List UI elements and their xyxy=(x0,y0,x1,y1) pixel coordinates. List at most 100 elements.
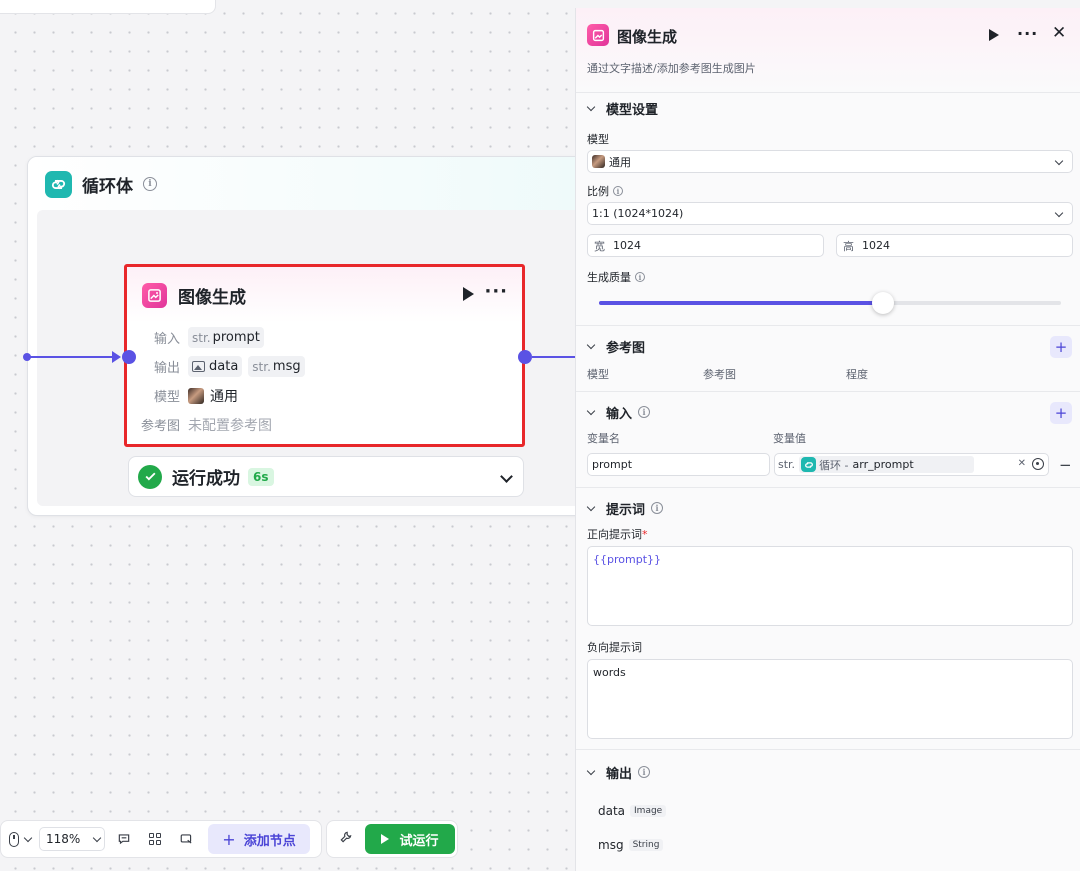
ratio-select[interactable]: 1:1 (1024*1024) xyxy=(587,202,1073,225)
model-value: 通用 xyxy=(210,388,238,405)
target-icon[interactable] xyxy=(1032,458,1044,470)
remove-input-button[interactable]: − xyxy=(1059,456,1072,474)
input-label: 输入 xyxy=(153,332,180,347)
node-output-port[interactable] xyxy=(518,350,532,364)
info-icon[interactable]: i xyxy=(635,272,645,282)
loop-title: 循环体 xyxy=(82,176,133,197)
node-settings-panel: 图像生成 ··· ✕ 通过文字描述/添加参考图生成图片 模型设置 模型 通用 比… xyxy=(575,8,1080,871)
ref-columns: 模型 参考图 程度 xyxy=(587,368,868,381)
loop-icon xyxy=(45,170,72,198)
info-icon[interactable]: i xyxy=(638,766,651,778)
info-icon[interactable]: i xyxy=(613,186,623,196)
image-gen-icon xyxy=(587,24,609,46)
edge-arrowhead xyxy=(112,351,121,363)
node-model-row: 模型 通用 xyxy=(127,381,522,410)
add-input-button[interactable]: + xyxy=(1050,402,1072,424)
duration-badge: 6s xyxy=(248,467,274,486)
quality-slider-fill xyxy=(599,301,884,305)
more-icon[interactable]: ··· xyxy=(484,281,508,302)
run-status-bar[interactable]: 运行成功 6s xyxy=(128,456,524,497)
bottom-toolbar: 118% + 添加节点 xyxy=(0,820,322,858)
image-gen-node[interactable]: 图像生成 ··· 输入 str. prompt 输出 data str. msg 模… xyxy=(124,264,525,447)
edge-in xyxy=(30,356,114,358)
chevron-down-icon[interactable] xyxy=(500,470,513,483)
info-icon[interactable]: i xyxy=(638,406,651,418)
comment-button[interactable] xyxy=(117,832,131,846)
output-item: data Image xyxy=(576,794,1080,828)
minimap-button[interactable] xyxy=(179,832,194,846)
top-search-box[interactable] xyxy=(0,0,216,14)
wrench-icon[interactable] xyxy=(339,830,353,848)
input-section: 输入 i + 变量名 变量值 prompt str. 循环 - arr_prom… xyxy=(576,391,1080,487)
section-toggle-prompt[interactable]: 提示词 i xyxy=(576,488,1080,528)
ref-chip: 循环 - arr_prompt xyxy=(799,456,974,473)
chevron-down-icon xyxy=(23,833,33,842)
positive-prompt-input[interactable]: {{prompt}} xyxy=(587,546,1073,626)
ref-image-section: 参考图 + 模型 参考图 程度 xyxy=(576,325,1080,391)
model-label: 模型 xyxy=(587,133,609,146)
output-tag-data: data xyxy=(188,356,243,377)
model-avatar xyxy=(592,155,605,168)
panel-description: 通过文字描述/添加参考图生成图片 xyxy=(587,62,756,75)
quality-slider-knob[interactable] xyxy=(872,292,895,314)
var-name-input[interactable]: prompt xyxy=(587,453,770,476)
loop-icon xyxy=(801,457,817,472)
input-columns: 变量名 变量值 xyxy=(587,432,806,445)
section-toggle-output[interactable]: 输出 i xyxy=(576,750,1080,794)
check-icon xyxy=(138,464,162,489)
layout-button[interactable] xyxy=(149,833,161,845)
quality-label: 生成质量 i xyxy=(576,269,1080,285)
add-ref-button[interactable]: + xyxy=(1050,336,1072,358)
chevron-down-icon xyxy=(586,766,596,775)
width-input[interactable]: 宽 1024 xyxy=(587,234,824,257)
run-toolbar: 试运行 xyxy=(326,820,458,858)
chevron-down-icon xyxy=(586,340,596,349)
panel-title: 图像生成 xyxy=(617,28,678,46)
image-icon xyxy=(192,361,205,372)
height-input[interactable]: 高 1024 xyxy=(836,234,1073,257)
try-run-button[interactable]: 试运行 xyxy=(365,824,455,854)
info-icon[interactable]: i xyxy=(143,177,157,191)
node-title: 图像生成 xyxy=(178,287,246,308)
try-run-label: 试运行 xyxy=(399,833,439,849)
ref-value: 未配置参考图 xyxy=(188,417,272,434)
grid-icon xyxy=(149,833,161,845)
model-avatar xyxy=(188,387,204,404)
add-node-button[interactable]: + 添加节点 xyxy=(208,824,310,854)
output-section: 输出 i data Image msg String xyxy=(576,749,1080,862)
chevron-down-icon xyxy=(93,833,102,842)
plus-icon: + xyxy=(222,829,236,849)
section-toggle-model[interactable]: 模型设置 xyxy=(576,94,1080,122)
node-header: 图像生成 ··· xyxy=(127,267,522,323)
var-value-ref[interactable]: str. 循环 - arr_prompt ✕ xyxy=(774,453,1049,476)
add-node-label: 添加节点 xyxy=(243,833,296,849)
type-badge: Image xyxy=(630,805,667,817)
section-toggle-ref[interactable]: 参考图 xyxy=(576,326,1080,366)
positive-prompt-label: 正向提示词 * xyxy=(587,527,648,542)
negative-prompt-input[interactable]: words xyxy=(587,659,1073,739)
model-label: 模型 xyxy=(153,390,180,405)
comment-icon xyxy=(118,834,130,845)
play-icon xyxy=(381,834,390,844)
ratio-label: 比例 i xyxy=(576,183,1080,199)
section-toggle-input[interactable]: 输入 i xyxy=(576,392,1080,432)
zoom-select[interactable]: 118% xyxy=(39,827,105,851)
ref-label: 参考图 xyxy=(141,419,181,434)
node-output-row: 输出 data str. msg xyxy=(127,352,522,381)
mouse-icon xyxy=(9,831,19,847)
play-icon[interactable] xyxy=(463,287,474,301)
close-icon[interactable]: ✕ xyxy=(1052,23,1066,43)
node-input-row: 输入 str. prompt xyxy=(127,323,522,352)
loop-header: 循环体 i xyxy=(28,157,606,211)
image-gen-icon xyxy=(142,282,167,308)
quality-slider[interactable] xyxy=(599,292,1061,314)
info-icon[interactable]: i xyxy=(651,502,664,514)
play-icon[interactable] xyxy=(989,29,999,41)
zoom-value: 118% xyxy=(46,832,81,846)
interaction-mode-button[interactable] xyxy=(9,831,33,847)
model-select[interactable]: 通用 xyxy=(587,150,1073,173)
node-input-port[interactable] xyxy=(122,350,136,364)
more-icon[interactable]: ··· xyxy=(1017,24,1038,43)
input-tag: str. prompt xyxy=(188,327,264,348)
clear-icon[interactable]: ✕ xyxy=(1018,458,1026,469)
